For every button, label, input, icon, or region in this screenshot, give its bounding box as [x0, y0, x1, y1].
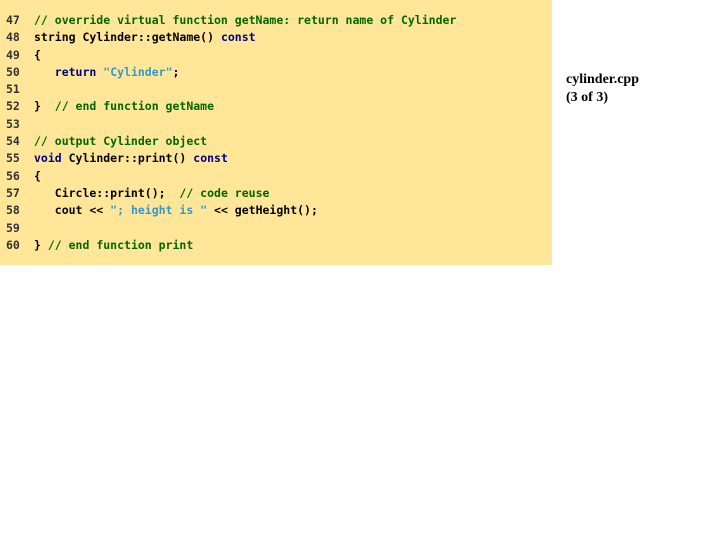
line-number: 50 [6, 64, 20, 79]
code-text: Circle::print(); // code reuse [34, 185, 270, 202]
code-line: 60} // end function print [6, 237, 456, 254]
code-token-keyword: return [54, 64, 97, 79]
code-text: { [34, 168, 41, 185]
code-token-plain: ; [172, 64, 180, 79]
line-number: 58 [6, 203, 20, 218]
code-token-string: "Cylinder" [103, 64, 173, 79]
line-number: 59 [6, 220, 20, 235]
code-text: } // end function getName [34, 98, 214, 115]
code-token-plain: cout << [34, 203, 111, 218]
code-token-comment: // end function print [47, 237, 194, 252]
code-token-string: "; height is " [110, 203, 208, 218]
code-token-comment: // output Cylinder object [34, 134, 208, 149]
code-token-plain: { [34, 168, 41, 183]
line-number: 53 [6, 116, 20, 131]
code-line: 56 { [6, 168, 456, 185]
code-text: } // end function print [34, 237, 193, 254]
line-number: 52 [6, 99, 20, 114]
code-token-plain: << getHeight(); [207, 203, 318, 218]
code-line: 55 void Cylinder::print() const [6, 150, 456, 167]
code-token-plain: } [34, 99, 55, 114]
code-line: 59 [6, 220, 456, 237]
code-token-comment: // end function getName [54, 99, 215, 114]
code-text: void Cylinder::print() const [34, 150, 228, 167]
code-line: 54 // output Cylinder object [6, 133, 456, 150]
code-line: 52} // end function getName [6, 98, 456, 115]
code-token-plain: string Cylinder::getName() [34, 30, 221, 45]
code-text: { [34, 47, 41, 64]
line-number: 48 [6, 30, 20, 45]
code-line: 47 // override virtual function getName: … [6, 12, 456, 29]
code-text: // output Cylinder object [34, 133, 207, 150]
code-token-plain: Circle::print(); [34, 185, 180, 200]
code-lines: 47 // override virtual function getName: … [6, 12, 456, 254]
line-number: 56 [6, 168, 20, 183]
file-name: cylinder.cpp [566, 72, 639, 87]
code-line: 51 [6, 81, 456, 98]
code-token-comment: // override virtual function getName: re… [34, 13, 457, 27]
code-line: 50 return "Cylinder"; [6, 64, 456, 81]
file-part: (3 of 3) [566, 90, 608, 105]
line-number: 49 [6, 47, 20, 62]
line-number: 54 [6, 134, 20, 149]
code-token-keyword: const [193, 151, 228, 166]
line-number: 55 [6, 151, 20, 166]
code-token-plain: { [34, 47, 41, 62]
code-text: return "Cylinder"; [34, 64, 180, 81]
code-listing-panel: 47 // override virtual function getName: … [0, 0, 552, 265]
code-text: // override virtual function getName: re… [34, 12, 456, 29]
code-line: 53 [6, 116, 456, 133]
line-number: 51 [6, 82, 20, 97]
line-number: 60 [6, 237, 20, 252]
code-line: 57 Circle::print(); // code reuse [6, 185, 456, 202]
code-text: cout << "; height is " << getHeight(); [34, 202, 318, 219]
code-token-keyword: void [34, 151, 62, 166]
code-token-plain: } [34, 237, 48, 252]
code-token-keyword: const [220, 30, 256, 45]
code-token-plain: Cylinder::print() [61, 151, 194, 166]
file-caption: cylinder.cpp (3 of 3) [566, 71, 639, 107]
line-number: 57 [6, 185, 20, 200]
code-token-comment: // code reuse [179, 185, 270, 200]
line-number: 47 [6, 13, 20, 27]
code-line: 58 cout << "; height is " << getHeight()… [6, 202, 456, 219]
code-line: 48 string Cylinder::getName() const [6, 29, 456, 46]
code-text: string Cylinder::getName() const [34, 29, 256, 46]
code-line: 49 { [6, 47, 456, 64]
